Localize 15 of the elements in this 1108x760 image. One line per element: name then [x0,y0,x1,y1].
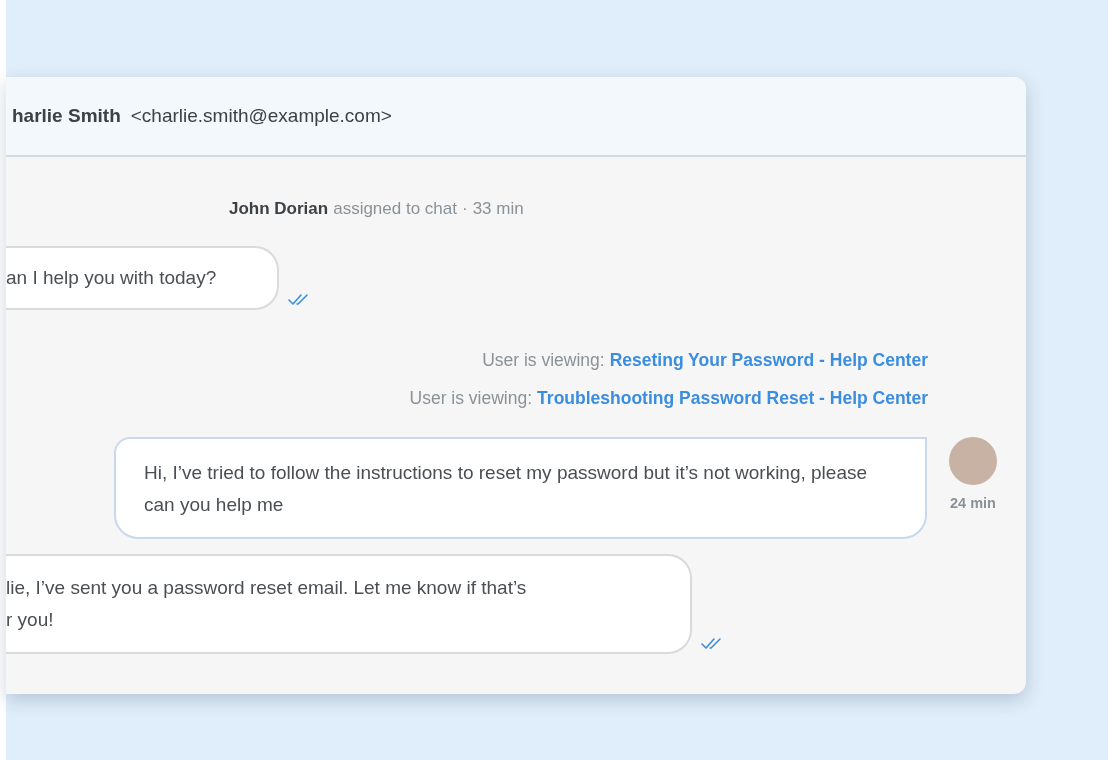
message-time: 24 min [950,495,996,511]
user-message-bubble: Hi, I’ve tried to follow the instructions to reset my password but it’s not working, please can you help me [114,437,927,539]
avatar [949,437,997,485]
viewing-label: User is viewing: [482,349,605,371]
article-link[interactable]: Reseting Your Password - Help Center [609,349,928,371]
event-time: 33 min [472,199,524,219]
article-link[interactable]: Troubleshooting Password Reset - Help Center [537,387,928,409]
agent-name: John Dorian [229,199,329,219]
viewing-label: User is viewing: [409,387,533,409]
event-text: assigned to chat [333,199,457,219]
contact-email: <charlie.smith@example.com> [130,105,392,127]
agent-message-bubble: lie, I’ve sent you a password reset email. Let me know if that’s r you! [6,554,692,654]
contact-name: harlie Smith [12,105,121,127]
agent-message-bubble: an I help you with today? [6,246,279,310]
separator-dot: · [462,199,468,219]
